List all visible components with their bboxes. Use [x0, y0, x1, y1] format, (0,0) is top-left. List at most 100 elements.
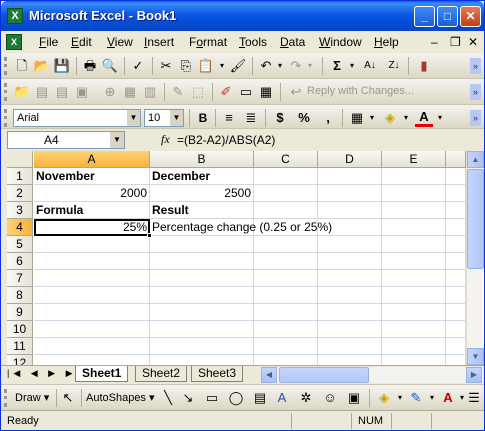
- column-header-d[interactable]: D: [318, 151, 382, 168]
- grid-cell[interactable]: [254, 236, 318, 253]
- review-icon[interactable]: ✎: [169, 83, 187, 101]
- cell-b1[interactable]: December: [150, 168, 254, 185]
- wordart-icon[interactable]: A: [273, 389, 291, 407]
- row-header-4[interactable]: 4: [7, 219, 33, 236]
- cell-a3[interactable]: Formula: [34, 202, 150, 219]
- formula-input[interactable]: =(B2-A2)/ABS(A2): [177, 133, 275, 147]
- grid-cell[interactable]: [382, 304, 446, 321]
- grid-cell[interactable]: [382, 236, 446, 253]
- row-header-8[interactable]: 8: [7, 287, 33, 304]
- grid-cell[interactable]: [382, 355, 446, 365]
- toolbar-options-icon[interactable]: »: [470, 58, 481, 74]
- grid-cell[interactable]: [446, 287, 466, 304]
- toolbar-grip[interactable]: [4, 57, 7, 75]
- line-icon[interactable]: ╲: [159, 389, 177, 407]
- sort-descending-icon[interactable]: Z↓: [385, 57, 403, 75]
- row-header-9[interactable]: 9: [7, 304, 33, 321]
- workbook-icon[interactable]: X: [6, 34, 22, 50]
- currency-button[interactable]: $: [271, 109, 289, 127]
- grid-cell[interactable]: [150, 236, 254, 253]
- sort-ascending-icon[interactable]: A↓: [361, 57, 379, 75]
- redo-dropdown-icon[interactable]: ▾: [301, 57, 319, 75]
- toolbar-options-icon[interactable]: »: [470, 110, 481, 126]
- vertical-scrollbar[interactable]: ▲ ▼: [466, 151, 484, 365]
- new-icon[interactable]: 🗋: [13, 57, 31, 75]
- horizontal-scrollbar[interactable]: ◀ ▶: [261, 367, 483, 383]
- tab-sheet2[interactable]: Sheet2: [135, 366, 188, 382]
- row-header-12[interactable]: 12: [7, 355, 33, 365]
- line-style-icon[interactable]: ☰: [465, 389, 483, 407]
- row-header-5[interactable]: 5: [7, 236, 33, 253]
- tab-sheet3[interactable]: Sheet3: [191, 366, 244, 382]
- menu-format[interactable]: Format: [189, 35, 227, 49]
- grid-cell[interactable]: [382, 253, 446, 270]
- grid-cell[interactable]: [318, 168, 382, 185]
- comma-button[interactable]: ,: [319, 109, 337, 127]
- review-icon[interactable]: ▦: [121, 83, 139, 101]
- toolbar-grip[interactable]: [4, 389, 7, 407]
- font-size-combo[interactable]: 10 ▼: [144, 109, 184, 127]
- scroll-left-icon[interactable]: ◀: [261, 367, 277, 383]
- grid-cell[interactable]: [150, 321, 254, 338]
- grid-cell[interactable]: [446, 168, 466, 185]
- cell-b2[interactable]: 2500: [150, 185, 254, 202]
- review-icon[interactable]: ▦: [257, 83, 275, 101]
- grid-cell[interactable]: [446, 321, 466, 338]
- toolbar-options-icon[interactable]: »: [470, 84, 481, 100]
- grid-cell[interactable]: [150, 287, 254, 304]
- folder-icon[interactable]: 📁: [13, 83, 31, 101]
- font-color-dropdown-icon[interactable]: ▾: [431, 109, 449, 127]
- format-painter-icon[interactable]: 🖌: [229, 57, 247, 75]
- grid-cell[interactable]: [34, 253, 150, 270]
- autosum-dropdown-icon[interactable]: ▾: [343, 57, 361, 75]
- grid-cell[interactable]: [254, 287, 318, 304]
- row-header-11[interactable]: 11: [7, 338, 33, 355]
- grid-cell[interactable]: [254, 185, 318, 202]
- draw-menu-button[interactable]: Draw ▾: [15, 391, 49, 404]
- grid-cell[interactable]: [446, 304, 466, 321]
- review-icon[interactable]: ▤: [53, 83, 71, 101]
- menu-file[interactable]: File: [39, 35, 58, 49]
- grid-cell[interactable]: [318, 321, 382, 338]
- grid-cell[interactable]: [446, 219, 466, 236]
- review-icon[interactable]: ✐: [217, 83, 235, 101]
- grid-cell[interactable]: [254, 253, 318, 270]
- grid-cell[interactable]: [446, 185, 466, 202]
- spelling-icon[interactable]: ✓: [129, 57, 147, 75]
- grid-cell[interactable]: [446, 253, 466, 270]
- grid-cell[interactable]: [318, 270, 382, 287]
- grid-cell[interactable]: [382, 338, 446, 355]
- grid-cell[interactable]: [382, 168, 446, 185]
- grid-cell[interactable]: [382, 185, 446, 202]
- scroll-down-icon[interactable]: ▼: [467, 348, 484, 365]
- review-icon[interactable]: ⬚: [189, 83, 207, 101]
- scroll-right-icon[interactable]: ▶: [466, 367, 482, 383]
- clipart-icon[interactable]: ☺: [321, 389, 339, 407]
- grid-cell[interactable]: [382, 219, 446, 236]
- textbox-icon[interactable]: ▤: [251, 389, 269, 407]
- grid-cell[interactable]: [34, 304, 150, 321]
- minimize-button[interactable]: _: [414, 6, 435, 27]
- chart-wizard-icon[interactable]: ▮: [415, 57, 433, 75]
- oval-icon[interactable]: ◯: [227, 389, 245, 407]
- print-preview-icon[interactable]: 🔍: [101, 57, 119, 75]
- review-icon[interactable]: ▭: [237, 83, 255, 101]
- row-header-1[interactable]: 1: [7, 168, 33, 185]
- row-header-2[interactable]: 2: [7, 185, 33, 202]
- maximize-button[interactable]: □: [437, 6, 458, 27]
- row-header-10[interactable]: 10: [7, 321, 33, 338]
- align-left-icon[interactable]: ≡: [220, 109, 238, 127]
- grid-cell[interactable]: [34, 287, 150, 304]
- diagram-icon[interactable]: ✲: [297, 389, 315, 407]
- grid-cell[interactable]: [254, 355, 318, 365]
- picture-icon[interactable]: ▣: [345, 389, 363, 407]
- grid-cell[interactable]: [254, 321, 318, 338]
- grid-cell[interactable]: [34, 270, 150, 287]
- doc-restore-icon[interactable]: ❐: [450, 35, 461, 49]
- borders-dropdown-icon[interactable]: ▾: [363, 109, 381, 127]
- arrow-icon[interactable]: ↘: [179, 389, 197, 407]
- menu-data[interactable]: Data: [280, 35, 305, 49]
- grid-cell[interactable]: [34, 236, 150, 253]
- toolbar-grip[interactable]: [4, 109, 7, 127]
- doc-minimize-icon[interactable]: ‒: [431, 35, 438, 49]
